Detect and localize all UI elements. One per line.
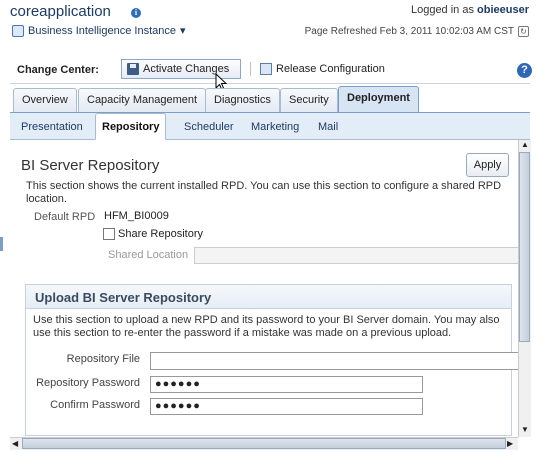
- refresh-icon[interactable]: ↻: [518, 26, 529, 37]
- repository-file-label: Repository File: [66, 353, 140, 365]
- shared-location-input: [194, 247, 524, 264]
- tab-security[interactable]: Security: [280, 88, 338, 112]
- release-configuration-button[interactable]: Release Configuration: [258, 59, 385, 79]
- logged-in-status: Logged in as obieeuser: [411, 4, 529, 16]
- save-icon: [127, 63, 139, 75]
- left-edge-marker: [0, 237, 3, 251]
- repository-password-input[interactable]: ●●●●●●: [150, 376, 423, 393]
- subtab-repository[interactable]: Repository: [95, 113, 167, 140]
- default-rpd-label: Default RPD: [34, 211, 96, 223]
- tab-diagnostics[interactable]: Diagnostics: [205, 88, 280, 112]
- toolbar-divider: [250, 62, 251, 76]
- release-configuration-label: Release Configuration: [276, 63, 385, 75]
- logged-in-prefix: Logged in as: [410, 4, 474, 16]
- tab-deployment[interactable]: Deployment: [338, 86, 419, 112]
- default-rpd-value: HFM_BI0009: [104, 210, 169, 222]
- bi-instance-menu[interactable]: Business Intelligence Instance ▾: [12, 24, 186, 37]
- refreshed-text: Page Refreshed Feb 3, 2011 10:02:03 AM C…: [304, 26, 514, 37]
- vertical-scroll-thumb[interactable]: [519, 152, 530, 342]
- horizontal-scroll-thumb[interactable]: [22, 438, 506, 449]
- apply-button[interactable]: Apply: [466, 153, 509, 177]
- share-repository-checkbox[interactable]: [103, 228, 115, 240]
- info-icon[interactable]: i: [131, 8, 141, 18]
- username[interactable]: obieeuser: [477, 4, 529, 16]
- scroll-right-arrow-icon[interactable]: ▶: [507, 439, 513, 448]
- tab-capacity-management[interactable]: Capacity Management: [78, 88, 207, 112]
- scroll-up-arrow-icon[interactable]: ▲: [521, 140, 529, 149]
- app-title: coreapplication: [10, 3, 111, 20]
- subtab-marketing[interactable]: Marketing: [245, 117, 305, 139]
- upload-section-title: Upload BI Server Repository: [35, 290, 212, 305]
- shared-location-label: Shared Location: [108, 249, 189, 261]
- change-center-bar: Change Center: Activate Changes Release …: [10, 57, 532, 84]
- bi-instance-icon: [12, 24, 24, 37]
- repository-file-input[interactable]: [150, 352, 520, 370]
- confirm-password-label: Confirm Password: [50, 399, 140, 411]
- confirm-password-input[interactable]: ●●●●●●: [150, 398, 423, 415]
- help-icon[interactable]: ?: [517, 63, 532, 78]
- bi-instance-label: Business Intelligence Instance: [28, 24, 176, 37]
- scroll-down-arrow-icon[interactable]: ▼: [521, 425, 529, 434]
- release-icon: [260, 63, 272, 75]
- change-center-label: Change Center:: [17, 64, 99, 76]
- subtab-scheduler[interactable]: Scheduler: [178, 117, 240, 139]
- subtab-mail[interactable]: Mail: [312, 117, 344, 139]
- section-title: BI Server Repository: [21, 157, 160, 174]
- subtab-presentation[interactable]: Presentation: [15, 117, 89, 139]
- page-refresh-status: Page Refreshed Feb 3, 2011 10:02:03 AM C…: [305, 26, 529, 37]
- share-repository-label: Share Repository: [118, 228, 203, 240]
- repository-password-label: Repository Password: [36, 377, 140, 389]
- tab-overview[interactable]: Overview: [13, 88, 77, 112]
- scroll-left-arrow-icon[interactable]: ◀: [12, 439, 18, 448]
- section-description: This section shows the current installed…: [26, 180, 502, 205]
- upload-description: Use this section to upload a new RPD and…: [33, 314, 500, 339]
- chevron-down-icon: ▾: [179, 25, 186, 37]
